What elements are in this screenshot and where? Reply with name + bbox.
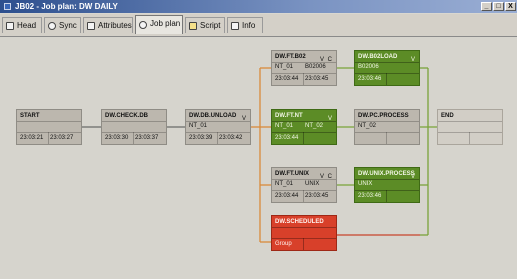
tab-sync-label: Sync bbox=[59, 21, 77, 30]
job-node-ft-unix[interactable]: DW.FT.UNIX V C NT_01 UNIX 23:03:44 23:03… bbox=[271, 167, 337, 203]
node-agent: NT_01 bbox=[275, 123, 294, 129]
node-start-time: 23:03:46 bbox=[358, 193, 382, 199]
document-icon bbox=[6, 22, 14, 30]
tab-job-plan-label: Job plan bbox=[150, 19, 181, 28]
job-plan-icon bbox=[139, 21, 147, 29]
node-target: NT_02 bbox=[305, 123, 324, 129]
job-node-end[interactable]: END bbox=[437, 109, 503, 145]
close-button[interactable]: X bbox=[505, 2, 516, 11]
tab-info-label: Info bbox=[242, 21, 256, 30]
tab-head-label: Head bbox=[17, 21, 37, 30]
node-group: Group bbox=[275, 241, 292, 247]
node-agent: NT_02 bbox=[358, 123, 377, 129]
node-target: B02006 bbox=[305, 64, 326, 70]
node-name: DW.FT.UNIX bbox=[275, 171, 309, 177]
node-start-time: 23:03:44 bbox=[275, 76, 299, 82]
node-name: DW.B02LOAD bbox=[358, 54, 398, 60]
node-name: END bbox=[441, 113, 454, 119]
attributes-icon bbox=[87, 22, 95, 30]
job-plan-canvas: START 23:03:21 23:03:27 DW.CHECK.DB 23:0… bbox=[0, 37, 517, 279]
node-name: DW.DB.UNLOAD bbox=[189, 113, 237, 119]
tab-attributes[interactable]: Attributes bbox=[83, 17, 133, 33]
job-node-ft-b02[interactable]: DW.FT.B02 V C NT_01 B02006 23:03:44 23:0… bbox=[271, 50, 337, 86]
node-name: START bbox=[20, 113, 40, 119]
node-start-time: 23:03:30 bbox=[105, 135, 129, 141]
job-node-b02load[interactable]: DW.B02LOAD V B02006 23:03:46 bbox=[354, 50, 420, 86]
tab-script[interactable]: Script bbox=[185, 17, 225, 33]
window-title: JB02 - Job plan: DW DAILY bbox=[15, 2, 118, 11]
node-agent: B02006 bbox=[358, 64, 379, 70]
node-name: DW.FT.NT bbox=[275, 113, 303, 119]
node-agent: UNIX bbox=[358, 181, 373, 187]
node-agent: NT_01 bbox=[275, 181, 294, 187]
node-name: DW.FT.B02 bbox=[275, 54, 306, 60]
node-start-time: 23:03:44 bbox=[275, 135, 299, 141]
app-icon bbox=[4, 3, 11, 10]
script-icon bbox=[189, 22, 197, 30]
job-plan-links bbox=[82, 67, 437, 243]
info-icon bbox=[231, 22, 239, 30]
node-name: DW.SCHEDULED bbox=[275, 219, 324, 225]
node-agent: NT_01 bbox=[275, 64, 294, 70]
window-title-bar: JB02 - Job plan: DW DAILY _ □ X bbox=[0, 0, 517, 13]
node-end-time: 23:03:42 bbox=[219, 135, 243, 141]
tab-sync[interactable]: Sync bbox=[44, 17, 81, 33]
node-end-time: 23:03:37 bbox=[135, 135, 159, 141]
tab-attributes-label: Attributes bbox=[98, 21, 132, 30]
job-node-pc-process[interactable]: DW.PC.PROCESS NT_02 bbox=[354, 109, 420, 145]
tab-script-label: Script bbox=[200, 21, 221, 30]
node-end-time: 23:03:27 bbox=[50, 135, 74, 141]
tab-info[interactable]: Info bbox=[227, 17, 263, 33]
node-start-time: 23:03:44 bbox=[275, 193, 299, 199]
node-name: DW.PC.PROCESS bbox=[358, 113, 409, 119]
tab-head[interactable]: Head bbox=[2, 17, 42, 33]
node-target: UNIX bbox=[305, 181, 320, 187]
node-name: DW.CHECK.DB bbox=[105, 113, 148, 119]
job-node-start[interactable]: START 23:03:21 23:03:27 bbox=[16, 109, 82, 145]
job-node-check-db[interactable]: DW.CHECK.DB 23:03:30 23:03:37 bbox=[101, 109, 167, 145]
tab-strip: Head Sync Attributes Job plan Script Inf… bbox=[0, 14, 517, 37]
sync-icon bbox=[48, 22, 56, 30]
maximize-button[interactable]: □ bbox=[493, 2, 504, 11]
node-start-time: 23:03:46 bbox=[358, 76, 382, 82]
job-node-db-unload[interactable]: DW.DB.UNLOAD V NT_01 23:03:39 23:03:42 bbox=[185, 109, 251, 145]
tab-job-plan[interactable]: Job plan bbox=[135, 15, 183, 34]
node-start-time: 23:03:39 bbox=[189, 135, 213, 141]
job-node-scheduled[interactable]: DW.SCHEDULED Group bbox=[271, 215, 337, 251]
job-node-ft-nt[interactable]: DW.FT.NT V NT_01 NT_02 23:03:44 bbox=[271, 109, 337, 145]
node-agent: NT_01 bbox=[189, 123, 208, 129]
node-name: DW.UNIX.PROCESS bbox=[358, 171, 415, 177]
minimize-button[interactable]: _ bbox=[481, 2, 492, 11]
node-end-time: 23:03:45 bbox=[305, 193, 329, 199]
node-start-time: 23:03:21 bbox=[20, 135, 44, 141]
job-node-unix-process[interactable]: DW.UNIX.PROCESS V UNIX 23:03:46 bbox=[354, 167, 420, 203]
node-end-time: 23:03:45 bbox=[305, 76, 329, 82]
